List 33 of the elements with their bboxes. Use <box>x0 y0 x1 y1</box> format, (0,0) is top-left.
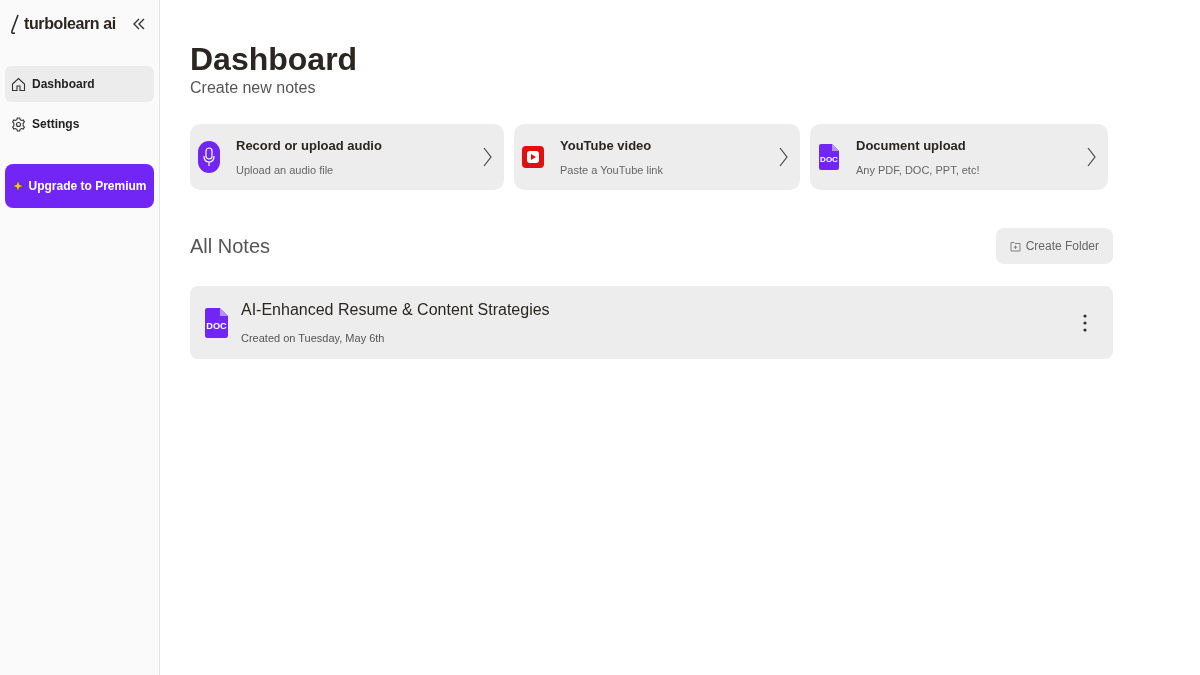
chevron-right-icon <box>1087 147 1096 167</box>
nav-item[interactable]: Settings <box>5 106 154 142</box>
card-title: YouTube video <box>560 137 653 155</box>
note-item[interactable]: DOC AI-Enhanced Resume & Content Strategies Created on Tuesday, May 6th <box>190 286 1113 359</box>
create-note-card[interactable]: Record or upload audio Upload an audio file <box>190 124 504 190</box>
more-options-button[interactable] <box>1083 313 1087 332</box>
chevron-right-icon <box>483 147 492 167</box>
folder-plus-icon <box>1009 240 1021 252</box>
home-icon <box>11 76 26 92</box>
card-title: Document upload <box>856 137 967 155</box>
brand-name: turbolearn ai <box>24 14 116 34</box>
create-note-card[interactable]: DOC Document upload Any PDF, DOC, PPT, etc! <box>810 124 1108 190</box>
document-icon: DOC <box>819 143 839 171</box>
card-title: Record or upload audio <box>236 137 383 155</box>
section-title: All Notes <box>190 234 271 259</box>
nav-item[interactable]: Dashboard <box>5 66 154 102</box>
chevron-right-icon <box>779 147 788 167</box>
note-date: Created on Tuesday, May 6th <box>241 331 386 347</box>
collapse-button[interactable] <box>132 17 146 31</box>
settings-icon <box>11 116 26 132</box>
create-note-card[interactable]: YouTube video Paste a YouTube link <box>514 124 800 190</box>
create-folder-button[interactable]: Create Folder <box>995 228 1113 264</box>
video-play-icon <box>522 146 544 168</box>
sparkle-icon <box>12 180 25 192</box>
note-title: AI-Enhanced Resume & Content Strategies <box>241 300 551 321</box>
microphone-icon <box>198 141 220 173</box>
card-subtitle: Any PDF, DOC, PPT, etc! <box>856 162 981 178</box>
card-subtitle: Paste a YouTube link <box>560 162 664 178</box>
upgrade-button[interactable]: Upgrade to Premium <box>5 164 154 208</box>
card-subtitle: Upload an audio file <box>236 162 335 178</box>
page-title: Dashboard <box>190 40 359 78</box>
page-subtitle: Create new notes <box>190 78 317 98</box>
pen-icon <box>9 13 21 35</box>
